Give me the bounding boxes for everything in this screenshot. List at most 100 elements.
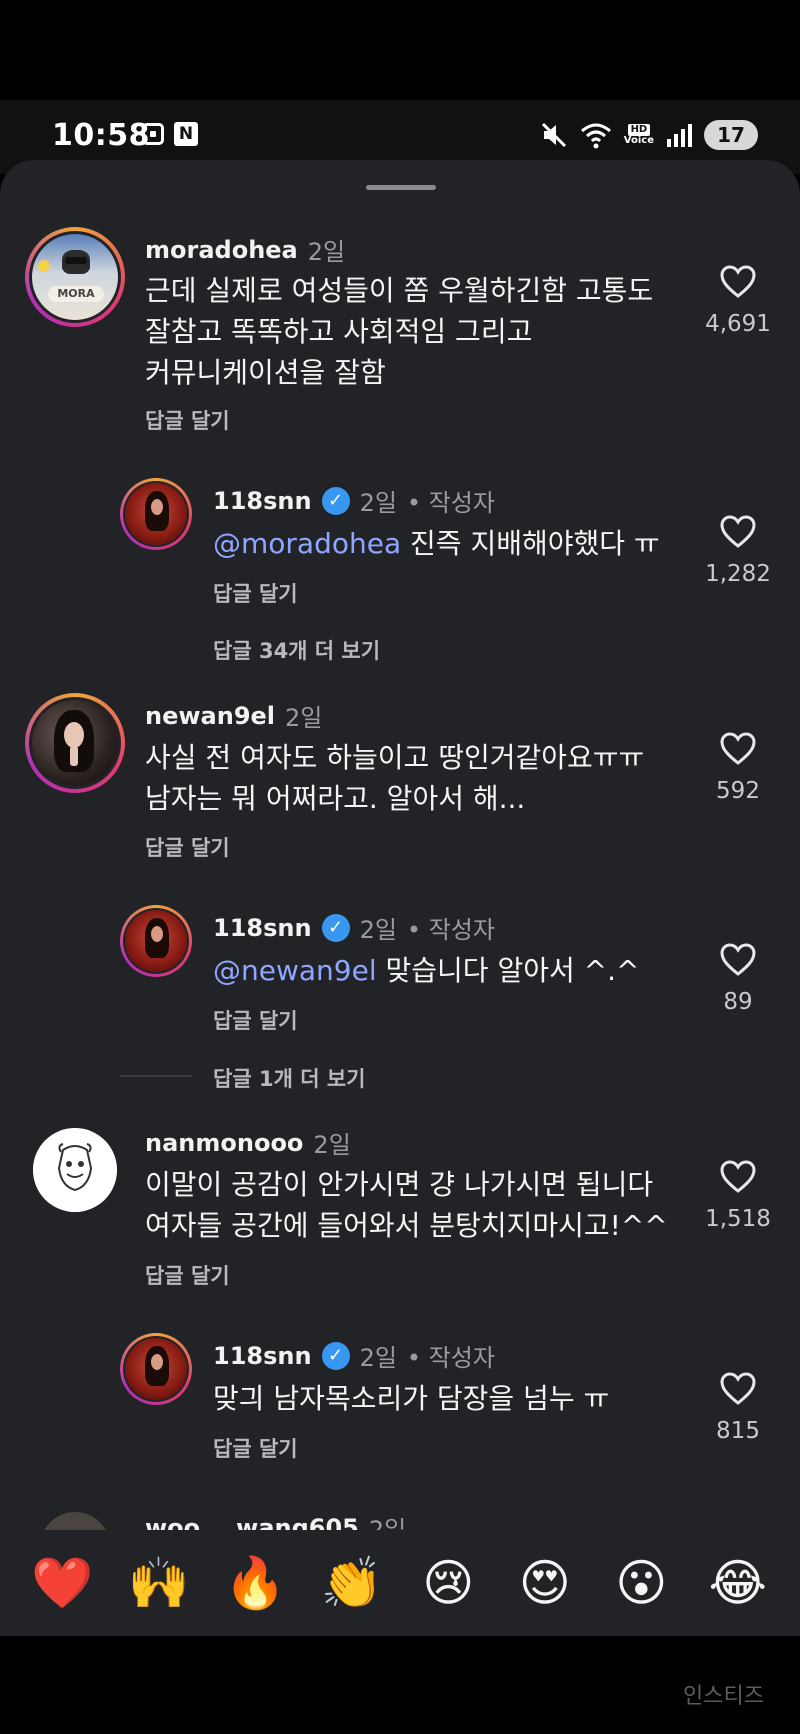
comment-text: 사실 전 여자도 하늘이고 땅인거같아요ㅠㅠ 남자는 뭐 어쩌라고. 알아서 해… (145, 741, 645, 815)
heart-icon[interactable] (720, 1372, 756, 1406)
avatar-image (125, 910, 187, 972)
emoji-fire[interactable]: 🔥 (224, 1558, 286, 1608)
like-count: 1,518 (705, 1206, 771, 1232)
mention-link[interactable]: @moradohea (213, 527, 401, 560)
comments-list[interactable]: MORA moradohea 2일 근데 실제로 여성들이 쫌 우월하긴함 고통… (0, 160, 800, 1530)
comments-sheet: MORA moradohea 2일 근데 실제로 여성들이 쫌 우월하긴함 고통… (0, 160, 800, 1636)
reply-button[interactable]: 답글 달기 (145, 832, 230, 862)
emoji-reaction-bar: ❤️ 🙌 🔥 👏 😢 😍 😮 😂 (0, 1530, 800, 1636)
reply-time: 2일 (359, 916, 397, 944)
avatar[interactable] (25, 1120, 125, 1220)
like-column: 1,518 (678, 1160, 798, 1232)
comment-username-line: moradohea 2일 (145, 232, 345, 267)
status-time: 10:58 (52, 118, 150, 153)
comment-username-line: nanmonooo 2일 (145, 1125, 351, 1160)
more-replies-divider (120, 1075, 192, 1077)
comment-text: 이말이 공감이 안가시면 걍 나가시면 됩니다 여자들 공간에 들어와서 분탕치… (145, 1168, 668, 1242)
like-column: 4,691 (678, 265, 798, 337)
view-more-replies-button[interactable]: 답글 1개 더 보기 (213, 1063, 365, 1093)
reply-text: @newan9el 맞습니다 알아서 ^.^ (213, 950, 673, 991)
author-label: • 작성자 (406, 1344, 495, 1372)
author-label: • 작성자 (406, 916, 495, 944)
verified-badge-icon: ✓ (321, 913, 350, 942)
emoji-laughing[interactable]: 😂 (707, 1558, 769, 1608)
heart-icon[interactable] (720, 943, 756, 977)
reply-text: @moradohea 진즉 지배해야했다 ㅠ (213, 523, 673, 564)
mention-link[interactable]: @newan9el (213, 954, 377, 987)
avatar[interactable] (25, 693, 125, 793)
reply-time: 2일 (359, 1344, 397, 1372)
comment-username[interactable]: woo___wang605 (145, 1514, 359, 1531)
status-left-icons: N (142, 122, 198, 146)
reply-username-line: 118snn ✓ 2일 • 작성자 (213, 910, 495, 945)
like-count: 1,282 (705, 561, 771, 587)
screen: 10:58 N HD Voice 17 MORA moradohea 2일 근데… (0, 0, 800, 1734)
reply-button[interactable]: 답글 달기 (213, 1005, 298, 1035)
reply-username[interactable]: 118snn (213, 487, 312, 515)
reply-button[interactable]: 답글 달기 (213, 1433, 298, 1463)
avatar[interactable] (120, 478, 192, 550)
reply-username[interactable]: 118snn (213, 914, 312, 942)
view-more-replies-button[interactable]: 답글 34개 더 보기 (213, 635, 380, 665)
n-notification-icon: N (174, 122, 198, 146)
comment-time: 2일 (285, 704, 323, 732)
reply-text-body: 맞습니다 알아서 ^.^ (376, 954, 640, 987)
reply-button[interactable]: 답글 달기 (145, 1260, 230, 1290)
heart-icon[interactable] (720, 732, 756, 766)
emoji-heart[interactable]: ❤️ (31, 1558, 93, 1608)
comment-username-line: newan9el 2일 (145, 698, 322, 733)
comment-text: 근데 실제로 여성들이 쫌 우월하긴함 고통도 잘참고 똑똑하고 사회적임 그리… (145, 274, 654, 389)
comment-username[interactable]: moradohea (145, 236, 298, 264)
comment-time: 2일 (307, 238, 346, 266)
bottom-area: 인스티즈 (0, 1636, 800, 1734)
heart-icon[interactable] (720, 1160, 756, 1194)
reply-username[interactable]: 118snn (213, 1342, 312, 1370)
author-label: • 작성자 (406, 489, 495, 517)
heart-icon[interactable] (720, 515, 756, 549)
heart-icon[interactable] (720, 265, 756, 299)
avatar-image (32, 700, 118, 786)
like-column: 592 (678, 732, 798, 804)
comment-username[interactable]: newan9el (145, 702, 275, 730)
wifi-icon (580, 123, 611, 149)
emoji-clapping[interactable]: 👏 (321, 1558, 383, 1608)
like-count: 89 (723, 989, 753, 1015)
avatar-image: MORA (32, 234, 118, 320)
like-column: 89 (678, 943, 798, 1015)
comment-username-line: woo___wang605 2일 (145, 1510, 407, 1531)
avatar[interactable] (40, 1512, 110, 1530)
avatar[interactable] (120, 1333, 192, 1405)
reply-username-line: 118snn ✓ 2일 • 작성자 (213, 483, 495, 518)
reply-username-line: 118snn ✓ 2일 • 작성자 (213, 1338, 495, 1373)
hd-voice-icon: HD Voice (624, 124, 654, 146)
emoji-crying[interactable]: 😢 (417, 1558, 479, 1608)
emoji-surprised[interactable]: 😮 (610, 1558, 672, 1608)
comment-time: 2일 (368, 1516, 407, 1530)
reply-text-body: 진즉 지배해야했다 ㅠ (401, 527, 660, 560)
like-column: 815 (678, 1372, 798, 1444)
emoji-heart-eyes[interactable]: 😍 (514, 1558, 576, 1608)
mute-icon (541, 122, 566, 148)
like-count: 592 (716, 778, 760, 804)
watermark: 인스티즈 (683, 1684, 764, 1709)
signal-icon (667, 124, 692, 147)
avatar-image (125, 483, 187, 545)
emoji-raising-hands[interactable]: 🙌 (128, 1558, 190, 1608)
reply-button[interactable]: 답글 달기 (213, 578, 298, 608)
verified-badge-icon: ✓ (321, 1341, 350, 1370)
avatar-image (125, 1338, 187, 1400)
screenshot-icon (142, 123, 164, 145)
reply-button[interactable]: 답글 달기 (145, 405, 230, 435)
like-count: 4,691 (705, 311, 771, 337)
avatar-image (33, 1128, 117, 1212)
reply-time: 2일 (359, 489, 397, 517)
status-right-icons: HD Voice 17 (540, 120, 758, 150)
like-column: 1,282 (678, 515, 798, 587)
battery-indicator: 17 (704, 120, 758, 150)
avatar[interactable]: MORA (25, 227, 125, 327)
comment-username[interactable]: nanmonooo (145, 1129, 303, 1157)
reply-text: 맞긔 남자목소리가 담장을 넘누 ㅠ (213, 1382, 610, 1415)
verified-badge-icon: ✓ (321, 486, 350, 515)
like-count: 815 (716, 1418, 760, 1444)
avatar[interactable] (120, 905, 192, 977)
